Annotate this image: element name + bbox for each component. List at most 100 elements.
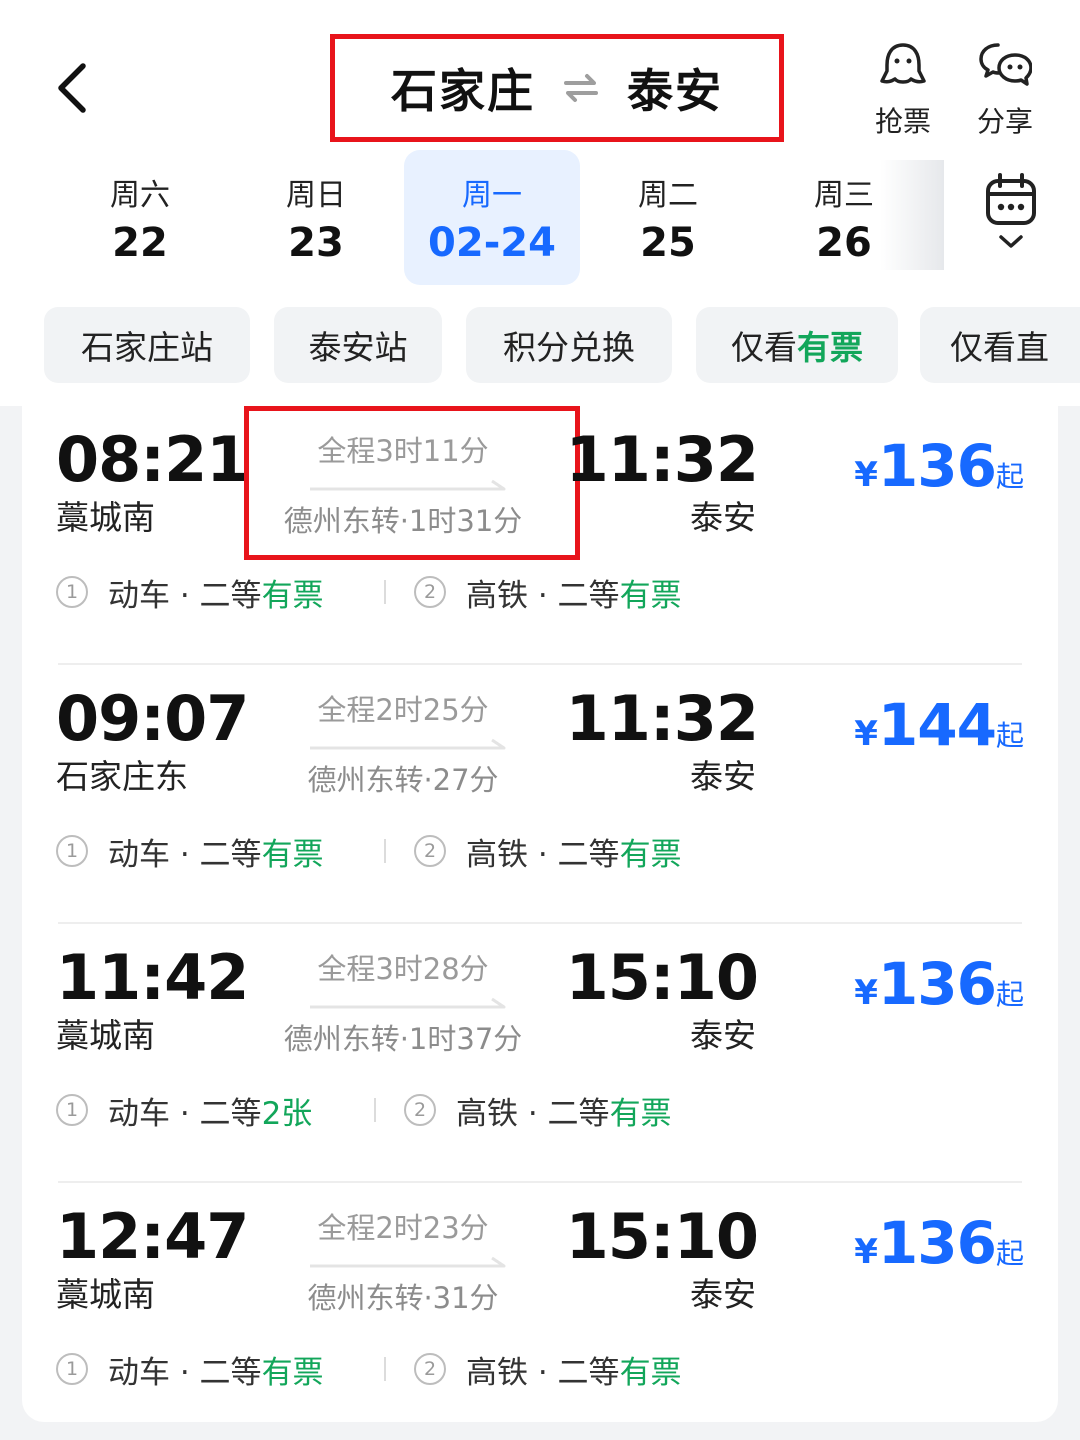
price: ¥144起 [854, 691, 1024, 759]
segment-1: 1 动车 · 二等 有票 [56, 572, 324, 614]
filter-only-direct[interactable]: 仅看直 [920, 307, 1080, 383]
weekday-label: 周一 [462, 177, 522, 213]
total-duration: 全程2时23分 [317, 1211, 489, 1245]
route-selector[interactable]: 石家庄 泰安 [330, 34, 784, 142]
weekday-label: 周三 [814, 177, 874, 213]
segment-number: 2 [414, 576, 446, 608]
segment-1: 1 动车 · 二等 2张 [56, 1090, 313, 1132]
segment-type: 动车 · 二等 [108, 1095, 262, 1132]
date-item-sat[interactable]: 周六 22 [52, 150, 228, 285]
weekday-label: 周六 [110, 177, 170, 213]
segment-number: 1 [56, 576, 88, 608]
swap-icon[interactable] [561, 68, 601, 108]
segment-availability: 有票 [261, 1354, 324, 1391]
segment-1: 1 动车 · 二等 有票 [56, 831, 324, 873]
segment-2: 2 高铁 · 二等 有票 [404, 1090, 672, 1132]
price-suffix: 起 [995, 719, 1024, 752]
segment-number: 2 [414, 835, 446, 867]
journey-info: 全程2时25分 德州东转·27分 [248, 685, 558, 805]
train-row[interactable]: 09:07 石家庄东 全程2时25分 德州东转·27分 11:32 泰安 ¥14… [22, 665, 1058, 924]
segment-availability: 2张 [261, 1095, 313, 1132]
top-panel: 石家庄 泰安 抢票 分享 周六 22 周日 23 周一 02-24 周二 25 … [0, 0, 1080, 406]
train-row[interactable]: 12:47 藁城南 全程2时23分 德州东转·31分 15:10 泰安 ¥136… [22, 1183, 1058, 1440]
segment-number: 2 [414, 1353, 446, 1385]
segment-number: 1 [56, 1353, 88, 1385]
price-value: 136 [877, 432, 997, 500]
segment-divider [384, 580, 386, 604]
segment-type: 高铁 · 二等 [466, 836, 620, 873]
arrow-right-icon [310, 997, 506, 1009]
segment-number: 2 [404, 1094, 436, 1126]
chevron-down-icon [999, 235, 1023, 248]
price: ¥136起 [854, 950, 1024, 1018]
segment-availability: 有票 [609, 1095, 672, 1132]
departure-station: 石家庄东 [56, 757, 188, 796]
arrival-station: 泰安 [690, 1016, 756, 1055]
segment-number: 1 [56, 1094, 88, 1126]
ghost-icon [876, 40, 930, 90]
segment-2: 2 高铁 · 二等 有票 [414, 1349, 682, 1391]
departure-station: 藁城南 [56, 1275, 155, 1314]
departure-station: 藁城南 [56, 1016, 155, 1055]
chevron-left-icon [58, 63, 86, 113]
price: ¥136起 [854, 1209, 1024, 1277]
day-number: 26 [816, 219, 872, 266]
back-button[interactable] [40, 50, 104, 126]
departure-time: 08:21 [56, 423, 249, 496]
segment-1: 1 动车 · 二等 有票 [56, 1349, 324, 1391]
segment-2: 2 高铁 · 二等 有票 [414, 831, 682, 873]
grab-ticket-button[interactable]: 抢票 [858, 40, 948, 140]
date-item-mon-selected[interactable]: 周一 02-24 [404, 150, 580, 285]
segment-type: 动车 · 二等 [108, 577, 262, 614]
total-duration: 全程3时28分 [317, 952, 489, 986]
price-value: 136 [877, 1209, 997, 1277]
date-strip: 周六 22 周日 23 周一 02-24 周二 25 周三 26 [52, 150, 942, 285]
weekday-label: 周二 [638, 177, 698, 213]
filter-only-available[interactable]: 仅看 有票 [696, 307, 898, 383]
segment-divider [374, 1098, 376, 1122]
segment-availability: 有票 [619, 577, 682, 614]
calendar-button[interactable] [980, 172, 1042, 262]
share-button[interactable]: 分享 [960, 40, 1050, 140]
date-strip-fade [880, 160, 944, 270]
segment-availability: 有票 [619, 1354, 682, 1391]
to-city[interactable]: 泰安 [627, 55, 723, 121]
transfer-info: 德州东转·1时37分 [283, 1022, 523, 1056]
grab-ticket-label: 抢票 [874, 105, 931, 138]
day-number: 22 [112, 219, 168, 266]
date-item-tue[interactable]: 周二 25 [580, 150, 756, 285]
segment-type: 高铁 · 二等 [466, 577, 620, 614]
date-item-sun[interactable]: 周日 23 [228, 150, 404, 285]
arrival-time: 15:10 [565, 941, 759, 1014]
seat-segments: 1 动车 · 二等 有票 2 高铁 · 二等 有票 [56, 1349, 956, 1391]
filter-shijiazhuang-station[interactable]: 石家庄站 [44, 307, 250, 383]
seat-segments: 1 动车 · 二等 有票 2 高铁 · 二等 有票 [56, 831, 956, 873]
arrival-time: 11:32 [565, 682, 759, 755]
departure-time: 12:47 [56, 1200, 249, 1273]
wechat-icon [978, 40, 1032, 90]
segment-type: 高铁 · 二等 [456, 1095, 610, 1132]
departure-time: 09:07 [56, 682, 249, 755]
segment-availability: 有票 [619, 836, 682, 873]
filter-only-label: 仅看 [731, 328, 797, 367]
arrow-right-icon [310, 738, 506, 750]
train-row[interactable]: 08:21 藁城南 全程3时11分 德州东转·1时31分 11:32 泰安 ¥1… [22, 406, 1058, 665]
segment-divider [384, 1357, 386, 1381]
currency-symbol: ¥ [854, 1232, 878, 1272]
arrival-station: 泰安 [690, 757, 756, 796]
seat-segments: 1 动车 · 二等 2张 2 高铁 · 二等 有票 [56, 1090, 956, 1132]
share-label: 分享 [976, 105, 1033, 138]
from-city[interactable]: 石家庄 [391, 55, 535, 121]
currency-symbol: ¥ [854, 455, 878, 495]
seat-segments: 1 动车 · 二等 有票 2 高铁 · 二等 有票 [56, 572, 956, 614]
filter-taian-station[interactable]: 泰安站 [274, 307, 442, 383]
day-number: 23 [288, 219, 344, 266]
train-row[interactable]: 11:42 藁城南 全程3时28分 德州东转·1时37分 15:10 泰安 ¥1… [22, 924, 1058, 1183]
arrival-station: 泰安 [690, 498, 756, 537]
day-number: 25 [640, 219, 696, 266]
transfer-info: 德州东转·31分 [307, 1281, 499, 1315]
weekday-label: 周日 [286, 177, 346, 213]
arrival-time: 11:32 [565, 423, 759, 496]
filter-points-exchange[interactable]: 积分兑换 [466, 307, 672, 383]
price-value: 144 [877, 691, 997, 759]
